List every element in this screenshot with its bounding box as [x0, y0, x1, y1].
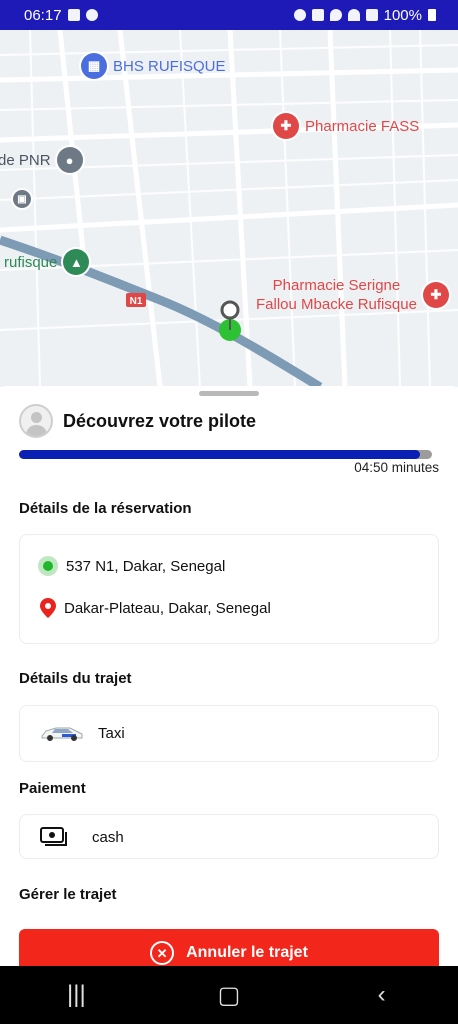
pickup-row: 537 N1, Dakar, Senegal [38, 556, 225, 576]
poi-label: Pharmacie FASS [305, 117, 420, 135]
poi-bhs[interactable]: ▦ BHS RUFISQUE [81, 53, 226, 79]
driver-marker [220, 300, 240, 320]
poi-pharmacie-fass[interactable]: ✚ Pharmacie FASS [273, 113, 419, 139]
poi-label: de PNR [0, 151, 51, 169]
ride-sheet: Découvrez votre pilote 04:50 minutes Dét… [0, 386, 458, 977]
trip-card: Taxi [19, 705, 439, 762]
bank-icon: ▦ [81, 53, 107, 79]
pharmacy-icon: ✚ [422, 282, 449, 308]
cancel-ride-label: Annuler le trajet [186, 944, 308, 961]
mute-icon [311, 9, 324, 21]
signal-icon [365, 9, 378, 21]
pickup-address: 537 N1, Dakar, Senegal [66, 557, 226, 575]
cloud-icon [85, 9, 98, 21]
home-icon[interactable]: ▢ [209, 981, 249, 1010]
poi-pharmacie-serigne[interactable]: Pharmacie Serigne Fallou Mbacke Rufisque… [256, 276, 449, 314]
countdown-timer: 04:50 minutes [354, 460, 439, 475]
location-pin-icon [40, 598, 56, 618]
page-title: Découvrez votre pilote [63, 410, 257, 431]
avatar [19, 404, 53, 438]
trip-heading: Détails du trajet [19, 670, 132, 687]
manage-heading: Gérer le trajet [19, 886, 117, 903]
park-icon: ▲ [63, 249, 90, 275]
drag-handle[interactable] [199, 391, 259, 396]
poi-label: Pharmacie Serigne Fallou Mbacke Rufisque [256, 277, 417, 313]
dropoff-address: Dakar-Plateau, Dakar, Senegal [64, 599, 271, 617]
vehicle-row: Taxi [40, 724, 125, 742]
road-shield-label: N1 [130, 296, 143, 307]
payment-heading: Paiement [19, 780, 86, 797]
status-time: 06:17 [24, 6, 62, 24]
status-bar: 06:17 100% [0, 0, 458, 30]
cash-icon [40, 827, 67, 846]
wifi-icon [347, 9, 360, 21]
payment-row: cash [40, 827, 124, 847]
recent-apps-icon[interactable]: ||| [56, 981, 96, 1009]
progress-fill [19, 450, 420, 459]
system-nav-bar: ||| ▢ ‹ [0, 966, 458, 1024]
map-road [0, 67, 458, 83]
location-icon [329, 9, 342, 21]
battery-icon [428, 9, 436, 21]
vehicle-type: Taxi [98, 724, 125, 742]
poi-rufisque[interactable]: rufisque ▲ [4, 249, 90, 275]
battery-percent: 100% [383, 6, 422, 24]
dropoff-row: Dakar-Plateau, Dakar, Senegal [40, 598, 271, 618]
map-roads: N1 [0, 30, 458, 387]
pilot-header: Découvrez votre pilote [19, 404, 256, 438]
poi-transit[interactable]: ▣ [13, 190, 31, 208]
payment-method: cash [92, 828, 124, 846]
poi-pnr[interactable]: de PNR ● [0, 147, 83, 173]
close-circle-icon: ✕ [150, 941, 175, 965]
alarm-icon [293, 9, 306, 21]
back-icon[interactable]: ‹ [362, 981, 402, 1009]
pickup-dot-icon [38, 556, 58, 576]
pharmacy-icon: ✚ [273, 113, 299, 139]
map-road [117, 30, 163, 387]
gallery-icon [67, 9, 80, 21]
place-icon: ● [56, 147, 83, 173]
bus-icon: ▣ [13, 190, 31, 208]
map-view[interactable]: N1 ▦ BHS RUFISQUE ✚ Pharmacie FASS de PN… [0, 30, 458, 387]
map-road [327, 30, 348, 387]
map-road [0, 202, 458, 233]
search-progress-bar [19, 450, 432, 459]
taxi-car-icon [41, 727, 83, 741]
poi-label: rufisque [4, 253, 58, 271]
reservation-heading: Détails de la réservation [19, 500, 192, 517]
poi-label: BHS RUFISQUE [113, 57, 226, 75]
payment-card: cash [19, 814, 439, 859]
reservation-card: 537 N1, Dakar, Senegal Dakar-Plateau, Da… [19, 534, 439, 644]
